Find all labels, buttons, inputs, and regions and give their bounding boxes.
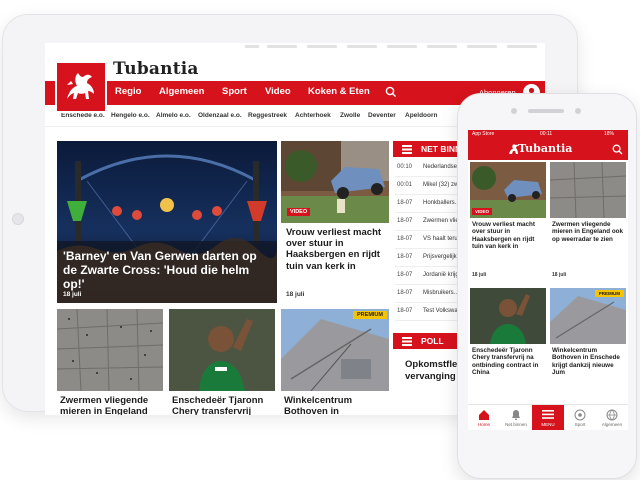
- news-text[interactable]: Misbruikers...: [423, 290, 459, 296]
- nav-video[interactable]: Video: [265, 86, 291, 97]
- player-image: [169, 309, 275, 391]
- ants-headline[interactable]: Zwermen vliegende mieren in Engeland: [60, 395, 162, 415]
- menu-icon: [542, 410, 554, 419]
- phone-article-ants[interactable]: Zwermen vliegende mieren in Engeland ook…: [550, 162, 626, 282]
- tab-net-binnen[interactable]: Net binnen: [500, 405, 532, 430]
- news-time: 18-07: [397, 254, 413, 260]
- phone-status-bar: App Store 00:11 18%: [468, 130, 628, 138]
- car-date: 18 juli: [286, 291, 305, 298]
- bell-icon: [512, 410, 520, 420]
- phone-car-headline[interactable]: Vrouw verliest macht over stuur in Haaks…: [472, 221, 546, 251]
- tab-algemeen-label: Algemeen: [601, 422, 623, 427]
- subnav-achterhoek[interactable]: Achterhoek: [295, 112, 331, 119]
- news-time: 00:01: [397, 182, 413, 188]
- logo-horse-icon[interactable]: [55, 61, 107, 113]
- phone-article-car[interactable]: VIDEO Vrouw verliest macht over stuur in…: [470, 162, 546, 282]
- news-time: 18-07: [397, 200, 413, 206]
- search-icon[interactable]: [385, 86, 397, 98]
- hero-headline[interactable]: 'Barney' en Van Gerwen darten op de Zwar…: [63, 249, 273, 291]
- subnav-oldenzaal[interactable]: Oldenzaal e.o.: [198, 112, 242, 119]
- phone-player-headline[interactable]: Enschedeër Tjaronn Chery transfervrij na…: [472, 347, 546, 377]
- status-carrier: App Store: [472, 131, 495, 137]
- article-player[interactable]: Enschedeër Tjaronn Chery transfervrij: [169, 309, 275, 415]
- tablet-home-button[interactable]: [12, 213, 24, 225]
- article-mall[interactable]: PREMIUM Winkelcentrum Bothoven in: [281, 309, 389, 415]
- phone-screen: App Store 00:11 18% Tubantia VIDEO Vrouw…: [468, 130, 628, 430]
- status-time: 00:11: [540, 131, 553, 137]
- player-headline[interactable]: Enschedeër Tjaronn Chery transfervrij: [172, 395, 274, 415]
- phone-ants-date: 18 juli: [552, 272, 567, 278]
- ants-image: [57, 309, 163, 391]
- tab-menu-label: MENU: [541, 422, 555, 427]
- poll-icon: [402, 337, 412, 346]
- football-icon: [574, 409, 586, 421]
- phone-header: Tubantia: [468, 138, 628, 160]
- news-time: 18-07: [397, 308, 413, 314]
- globe-icon: [606, 409, 618, 421]
- news-time: 18-07: [397, 236, 413, 242]
- tab-sport-label: Sport: [574, 422, 586, 427]
- tab-algemeen[interactable]: Algemeen: [596, 405, 628, 430]
- subnav-apeldoorn[interactable]: Apeldoorn: [405, 112, 438, 119]
- phone-tab-bar: Home Net binnen MENU Sport Algemeen: [468, 404, 628, 430]
- phone-article-player[interactable]: Enschedeër Tjaronn Chery transfervrij na…: [470, 288, 546, 402]
- nav-sport[interactable]: Sport: [222, 86, 247, 97]
- car-headline[interactable]: Vrouw verliest macht over stuur in Haaks…: [286, 227, 386, 272]
- article-car[interactable]: VIDEO Vrouw verliest macht over stuur in…: [281, 141, 389, 303]
- home-icon: [479, 410, 489, 420]
- hero-article[interactable]: 'Barney' en Van Gerwen darten op de Zwar…: [57, 141, 277, 303]
- status-battery: 18%: [604, 131, 615, 137]
- mall-image: [281, 309, 389, 391]
- subnav-reggestreek[interactable]: Reggestreek: [248, 112, 287, 119]
- subnav-enschede[interactable]: Enschede e.o.: [61, 112, 105, 119]
- search-icon[interactable]: [612, 144, 623, 155]
- mall-headline[interactable]: Winkelcentrum Bothoven in: [284, 395, 388, 415]
- top-utility-bar: [45, 43, 545, 55]
- phone-brand[interactable]: Tubantia: [518, 142, 572, 155]
- hero-date: 18 juli: [63, 291, 82, 298]
- tab-home[interactable]: Home: [468, 405, 500, 430]
- phone-ants-headline[interactable]: Zwermen vliegende mieren in Engeland ook…: [552, 221, 626, 243]
- article-ants[interactable]: Zwermen vliegende mieren in Engeland: [57, 309, 163, 415]
- nav-koken-eten[interactable]: Koken & Eten: [308, 86, 370, 97]
- poll-title: POLL: [421, 336, 444, 346]
- news-time: 00:10: [397, 164, 413, 170]
- player-image: [470, 288, 546, 344]
- tab-home-label: Home: [477, 422, 490, 427]
- phone-speaker: [511, 108, 581, 114]
- subnav-deventer[interactable]: Deventer: [368, 112, 396, 119]
- news-text[interactable]: Honkballers...: [423, 200, 460, 206]
- premium-badge: PREMIUM: [353, 311, 387, 319]
- video-badge: VIDEO: [287, 208, 311, 216]
- news-list-icon: [402, 145, 412, 154]
- phone-mall-headline[interactable]: Winkelcentrum Bothoven in Enschede krijg…: [552, 347, 626, 377]
- news-time: 18-07: [397, 272, 413, 278]
- tab-menu[interactable]: MENU: [532, 405, 564, 430]
- ants-image: [550, 162, 626, 218]
- tab-sport[interactable]: Sport: [564, 405, 596, 430]
- site-brand[interactable]: Tubantia: [113, 59, 199, 79]
- subnav-almelo[interactable]: Almelo e.o.: [156, 112, 191, 119]
- phone-car-date: 18 juli: [472, 272, 487, 278]
- logo-horse-icon[interactable]: [508, 143, 518, 155]
- video-badge: VIDEO: [472, 208, 493, 215]
- phone-device: App Store 00:11 18% Tubantia VIDEO Vrouw…: [457, 93, 637, 479]
- news-time: 18-07: [397, 290, 413, 296]
- tab-net-binnen-label: Net binnen: [505, 422, 527, 427]
- subnav-zwolle[interactable]: Zwolle: [340, 112, 360, 119]
- nav-algemeen[interactable]: Algemeen: [159, 86, 204, 97]
- subnav-hengelo[interactable]: Hengelo e.o.: [111, 112, 150, 119]
- masthead: Tubantia: [45, 55, 545, 81]
- news-time: 18-07: [397, 218, 413, 224]
- phone-article-mall[interactable]: PREMIUM Winkelcentrum Bothoven in Ensche…: [550, 288, 626, 402]
- nav-regio[interactable]: Regio: [115, 86, 141, 97]
- premium-badge: PREMIUM: [594, 290, 624, 297]
